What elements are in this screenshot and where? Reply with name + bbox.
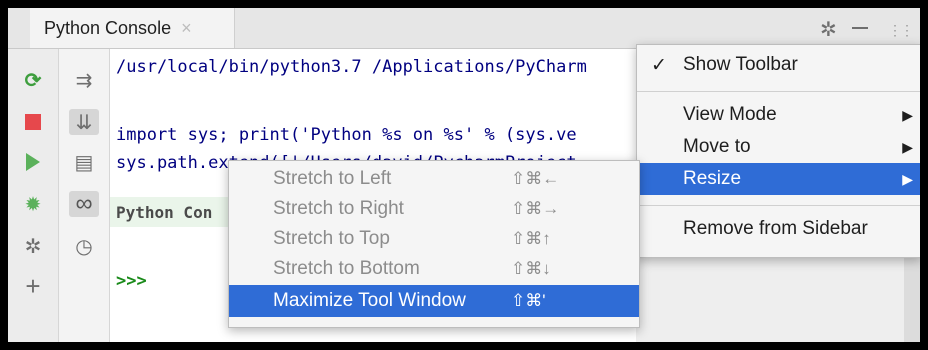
menu-item-label: Maximize Tool Window (273, 290, 466, 311)
stop-icon[interactable] (18, 109, 48, 135)
menu-item-label: Stretch to Top (273, 228, 390, 249)
menu-item-label: Remove from Sidebar (683, 218, 868, 239)
code-line-1: /usr/local/bin/python3.7 /Applications/P… (116, 57, 587, 77)
show-variables-icon[interactable]: ∞ (69, 190, 99, 217)
menu-item-move-to[interactable]: Move to ▶ (637, 131, 920, 163)
gear-icon[interactable]: ✲ (820, 17, 837, 42)
console-toolbar-primary: ⟳ ✹ ✲ + (8, 49, 59, 342)
run-icon[interactable] (18, 149, 48, 175)
menu-item-label: View Mode (683, 104, 777, 125)
menu-item-show-toolbar[interactable]: ✓ Show Toolbar (637, 49, 920, 81)
console-header-text: Python Con (116, 203, 213, 222)
tab-title: Python Console (44, 17, 172, 38)
menu-item-remove-from-sidebar[interactable]: Remove from Sidebar (637, 213, 920, 245)
shortcut-label: ⇧⌘' (511, 291, 546, 310)
close-icon[interactable]: × (181, 18, 192, 39)
print-icon[interactable]: ▤ (69, 149, 99, 175)
scroll-to-end-icon[interactable]: ⇊ (69, 109, 99, 135)
submenu-arrow-icon: ▶ (902, 170, 913, 187)
menu-item-label: Stretch to Left (273, 168, 392, 189)
debug-icon[interactable]: ✹ (18, 191, 48, 217)
tab-python-console[interactable]: Python Console × (30, 8, 235, 48)
menu-item-label: Move to (683, 136, 751, 157)
python-console-window: Python Console × ✲ ⋮⋮ ⟳ ✹ ✲ + ⇉ ⇊ ▤ ∞ ◷ … (8, 8, 920, 342)
menu-item-view-mode[interactable]: View Mode ▶ (637, 99, 920, 131)
shortcut-label: ⇧⌘← (511, 169, 560, 188)
tool-window-context-menu: ✓ Show Toolbar View Mode ▶ Move to ▶ Res… (636, 44, 920, 258)
menu-item-stretch-left[interactable]: Stretch to Left ⇧⌘← (229, 163, 639, 195)
menu-item-label: Stretch to Bottom (273, 258, 420, 279)
menu-separator (637, 205, 920, 206)
console-prompt[interactable]: >>> (116, 271, 147, 291)
menu-item-label: Stretch to Right (273, 198, 404, 219)
add-icon[interactable]: + (18, 271, 48, 301)
menu-item-resize[interactable]: Resize ▶ (637, 163, 920, 195)
shortcut-label: ⇧⌘↑ (511, 229, 551, 248)
history-icon[interactable]: ◷ (69, 233, 99, 259)
shortcut-label: ⇧⌘→ (511, 199, 560, 218)
resize-submenu: Stretch to Left ⇧⌘← Stretch to Right ⇧⌘→… (228, 160, 640, 328)
soft-wrap-icon[interactable]: ⇉ (69, 67, 99, 93)
code-line-2: import sys; print('Python %s on %s' % (s… (116, 125, 577, 145)
menu-separator (637, 91, 920, 92)
menu-item-maximize-tool-window[interactable]: Maximize Tool Window ⇧⌘' (229, 285, 639, 317)
menu-item-stretch-top[interactable]: Stretch to Top ⇧⌘↑ (229, 223, 639, 255)
rerun-icon[interactable]: ⟳ (18, 67, 48, 93)
menu-item-label: Show Toolbar (683, 54, 798, 75)
check-icon: ✓ (651, 54, 667, 76)
shortcut-label: ⇧⌘↓ (511, 259, 551, 278)
console-toolbar-secondary: ⇉ ⇊ ▤ ∞ ◷ (59, 49, 110, 342)
settings-icon[interactable]: ✲ (18, 233, 48, 259)
minimize-icon[interactable] (852, 27, 868, 29)
submenu-arrow-icon: ▶ (902, 138, 913, 155)
submenu-arrow-icon: ▶ (902, 106, 913, 123)
menu-item-label: Resize (683, 168, 742, 189)
menu-item-stretch-bottom[interactable]: Stretch to Bottom ⇧⌘↓ (229, 253, 639, 285)
grip-icon: ⋮⋮ (888, 22, 914, 38)
tool-window-title-bar: Python Console × ✲ ⋮⋮ (8, 8, 920, 49)
menu-item-stretch-right[interactable]: Stretch to Right ⇧⌘→ (229, 193, 639, 225)
